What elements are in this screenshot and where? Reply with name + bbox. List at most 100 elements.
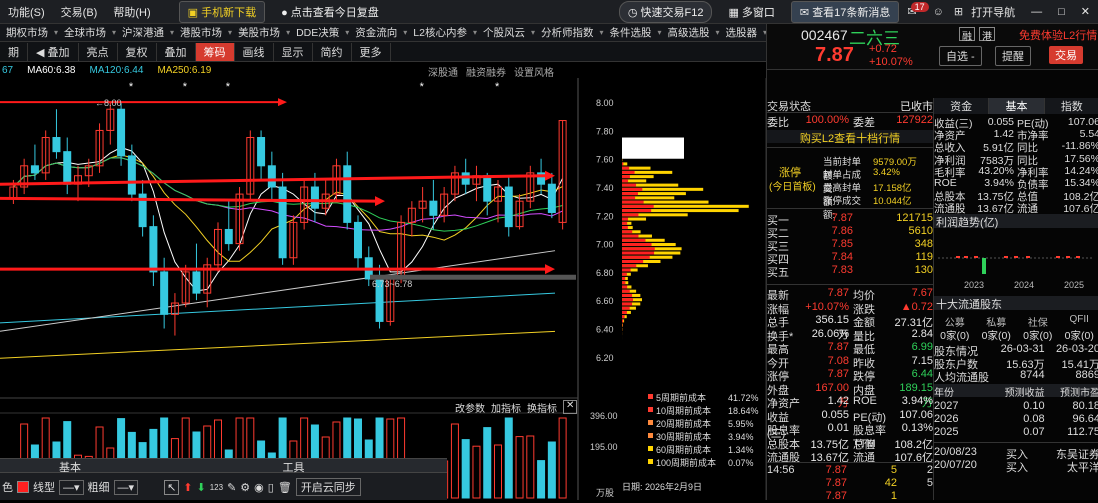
forecast-row: 20260.0896.64 [934,413,1098,426]
minimize-button[interactable]: — [1023,6,1050,18]
chart-link[interactable]: 深股通 [428,64,458,79]
trade-status-row: 交易状态 已收市 [767,98,933,111]
stat-label: 昨收 [849,355,893,368]
menu-help[interactable]: 帮助(H) [105,4,158,20]
buy-level-row[interactable]: 买五7.83130 [767,264,933,277]
chart-link[interactable]: 设置风格 [514,64,554,79]
cursor-icon[interactable]: ↖ [164,480,179,495]
color-swatch[interactable] [17,481,29,493]
add-indicator-button[interactable]: 加指标 [491,400,521,414]
buy-level-row[interactable]: 买二7.865610 [767,225,933,238]
fast-trade-label: 快速交易F12 [640,7,703,19]
guide-button[interactable]: 打开导航 [963,4,1023,20]
nav-item[interactable]: 沪深港通 [116,25,170,40]
arrow-up-icon[interactable]: ⬆ [183,481,192,494]
guide-icon[interactable]: ⊞ [954,5,963,18]
self-select-button[interactable]: 自选 - [939,46,982,66]
chip-bar-recent [622,184,636,187]
gap-label: 6.73~6.78 [372,279,412,289]
nav-item[interactable]: 分析师指数 [535,25,600,40]
wei-bi-value: 100.00% [795,114,849,127]
cost-legend-swatch [648,459,653,464]
gear-icon[interactable]: ⚙ [240,481,250,494]
menu-function[interactable]: 功能(S) [0,4,53,20]
edit-icon[interactable]: ✎ [227,481,236,494]
avatar-icon[interactable]: ☺ [933,6,944,18]
menu-trade[interactable]: 交易(B) [53,4,106,20]
change-params-button[interactable]: 改参数 [455,400,485,414]
toolbar-button[interactable]: 叠加 [157,43,196,61]
nav-item[interactable]: 全球市场 [58,25,112,40]
chip-bar-recent [622,192,638,195]
profit-year-label: 2023 [964,280,984,290]
stat-label: 净资产 [767,395,805,408]
buy-level-row[interactable]: 买一7.87121715 [767,212,933,225]
f10-tab[interactable]: 资金 [934,98,989,114]
buy-level-label: 买五 [767,264,803,277]
toolbar-button[interactable]: 复权 [118,43,157,61]
tick-count: 2 [897,464,933,477]
f10-tab[interactable]: 指数 [1045,98,1098,114]
toolbar-button[interactable]: ◀ 叠加 [28,43,79,61]
nav-item[interactable]: 条件选股 [604,25,658,40]
chip-bar-recent [622,235,638,238]
f10-metric-label: 收益(三) [934,116,976,129]
nav-item[interactable]: 港股市场 [174,25,228,40]
tick-volume: 1 [847,490,897,503]
l2-buy-link[interactable]: 购买L2查看十档行情 [800,130,900,143]
maximize-button[interactable]: □ [1050,6,1073,18]
line-style-select[interactable]: —▾ [59,480,84,495]
tab-tools[interactable]: 工具 [140,459,447,472]
toolbar-button[interactable]: 筹码 [196,43,235,61]
review-button[interactable]: ● 点击查看今日复盘 [273,2,387,22]
news-button[interactable]: ✉ 查看17条新消息 [791,1,900,23]
switch-indicator-button[interactable]: 换指标 [527,400,557,414]
period-button[interactable]: 期 [0,43,28,61]
profit-year-label: 2024 [1014,280,1034,290]
free-l2-link[interactable]: 免费体验L2行情 [1019,27,1097,43]
tab-basic[interactable]: 基本 [0,459,140,472]
toolbar-button[interactable]: 画线 [235,43,274,61]
cloud-sync-button[interactable]: 开启云同步 [296,478,361,496]
nav-item[interactable]: 期权市场 [0,25,54,40]
arrow-down-icon[interactable]: ⬇ [197,481,206,494]
chip-bar-recent [622,239,645,242]
trash-icon[interactable]: 🗑 [278,481,292,494]
alert-button[interactable]: 提醒 [995,46,1031,66]
fast-trade-button[interactable]: ◷ 快速交易F12 [619,1,713,23]
ma-legend-item: MA250:6.19 [157,65,211,76]
volume-bar [538,461,545,498]
phone-trade-button[interactable]: ▣ 手机新下载 [179,1,265,23]
number-icon[interactable]: 123 [210,483,223,492]
nav-item[interactable]: 资金流向 [349,25,403,40]
eye-icon[interactable]: ◉ [254,481,264,494]
holders-header-row: 公募私募社保QFII [934,314,1098,327]
toolbar-button[interactable]: 显示 [274,43,313,61]
nav-item[interactable]: 选股器 [720,25,764,40]
holder-info-row: 股东情况26-03-3126-03-20 [934,343,1098,356]
nav-item[interactable]: 高级选股 [662,25,716,40]
buy-level-row[interactable]: 买三7.85348 [767,238,933,251]
multi-window-button[interactable]: ▦ 多窗口 [720,2,782,22]
kline-chart[interactable]: 8.007.807.607.407.207.006.806.606.406.20… [0,78,766,500]
toolbar-button[interactable]: 亮点 [79,43,118,61]
chip-bar-recent [622,294,632,297]
close-indicator-icon[interactable]: ✕ [563,400,577,414]
trade-button[interactable]: 交易 [1049,46,1083,64]
lock-icon[interactable]: ▯ [268,481,274,494]
toolbar-button[interactable]: 简约 [313,43,352,61]
buy-level-row[interactable]: 买四7.84119 [767,251,933,264]
chip-bar-recent [622,167,629,170]
chart-link[interactable]: 融资融券 [466,64,506,79]
f10-tab[interactable]: 基本 [989,98,1044,114]
thickness-select[interactable]: —▾ [114,480,139,495]
quote-left-column: 交易状态 已收市 委比 100.00% 委差 127922 购买L2查看十档行情… [767,98,933,500]
nav-item[interactable]: 个股风云 [477,25,531,40]
limit-up-subtitle: (今日首板) [769,178,816,193]
nav-item[interactable]: L2核心内参 [407,25,473,40]
nav-item[interactable]: 美股市场 [232,25,286,40]
toolbar-button[interactable]: 更多 [352,43,391,61]
candle-body [258,138,265,166]
close-button[interactable]: ✕ [1073,5,1098,18]
nav-item[interactable]: DDE决策 [290,25,345,40]
